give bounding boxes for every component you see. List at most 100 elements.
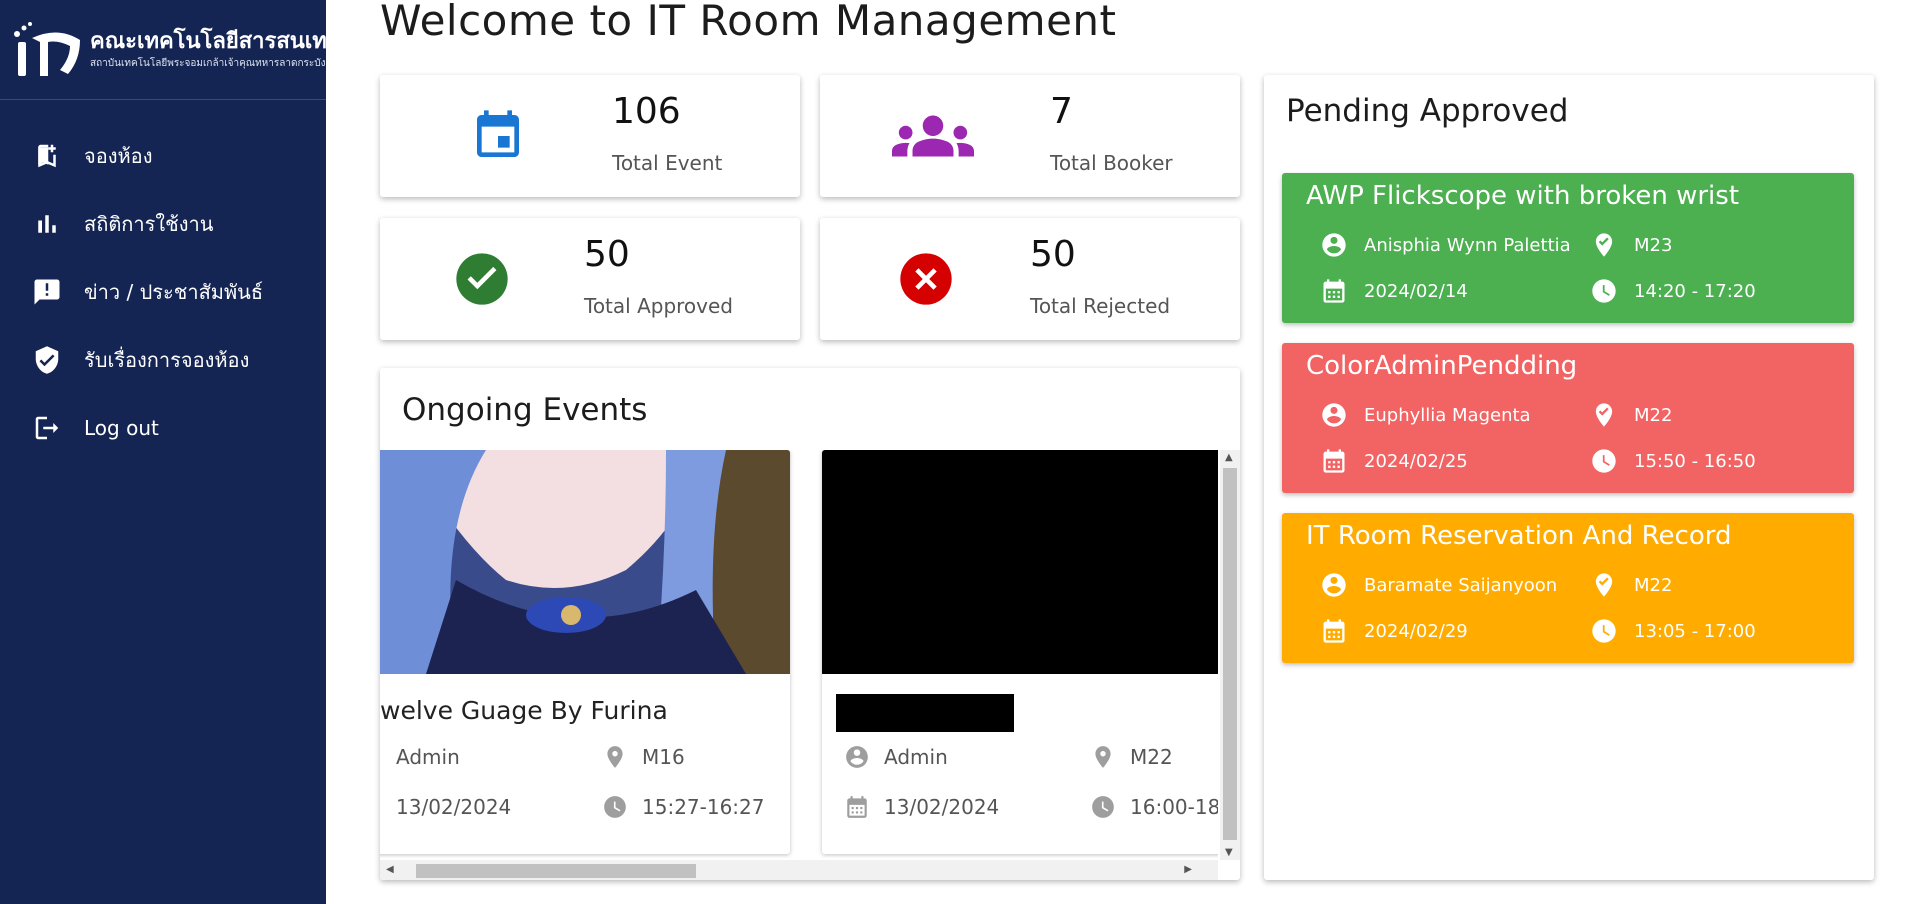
pending-room-text: M22 xyxy=(1634,404,1673,426)
pending-item[interactable]: AWP Flickscope with broken wrist Anisphi… xyxy=(1282,173,1854,323)
sidebar: คณะเทคโนโลยีสารสนเทศ สถาบันเทคโนโลยีพระจ… xyxy=(0,0,341,904)
sidebar-item-book-room[interactable]: จองห้อง xyxy=(0,122,326,190)
clock-icon xyxy=(1592,449,1616,473)
pending-booker: Baramate Saijanyoon xyxy=(1320,571,1557,599)
sidebar-item-label: ข่าว / ประชาสัมพันธ์ xyxy=(84,280,264,304)
it-logo xyxy=(8,20,84,80)
pending-booker-text: Anisphia Wynn Palettia xyxy=(1364,234,1571,256)
pending-item[interactable]: ColorAdminPendding Euphyllia Magenta M22… xyxy=(1282,343,1854,493)
sidebar-item-label: Log out xyxy=(84,416,159,440)
stat-value: 106 xyxy=(612,91,681,132)
event-card[interactable]: Admin M22 13/02/2024 16:00-18:0 xyxy=(822,450,1218,854)
vertical-scrollbar[interactable]: ▲ ▼ xyxy=(1220,450,1240,860)
bar-chart-icon xyxy=(38,215,56,233)
event-booker: Admin xyxy=(380,744,460,770)
main-content: Welcome to IT Room Management 106 Total … xyxy=(326,0,1920,904)
event-date-text: 13/02/2024 xyxy=(396,795,512,819)
account-circle-icon xyxy=(1322,573,1346,597)
stat-card-total-booker: 7 Total Booker xyxy=(820,75,1240,197)
sidebar-item-label: รับเรื่องการจองห้อง xyxy=(84,348,250,372)
horizontal-scroll-thumb[interactable] xyxy=(416,864,696,878)
event-time-text: 15:27-16:27 xyxy=(642,795,765,819)
stat-label: Total Booker xyxy=(1050,151,1173,175)
calendar-month-icon xyxy=(847,796,867,818)
location-pin-icon xyxy=(1095,746,1111,768)
pending-room: M22 xyxy=(1590,571,1672,599)
event-room: M16 xyxy=(602,744,685,770)
vertical-scroll-thumb[interactable] xyxy=(1223,468,1237,840)
sidebar-item-news[interactable]: ข่าว / ประชาสัมพันธ์ xyxy=(0,258,326,326)
event-name: welve Guage By Furina xyxy=(380,696,668,725)
bookmark-add-icon xyxy=(38,144,56,168)
stat-label: Total Event xyxy=(612,151,723,175)
sidebar-item-statistics[interactable]: สถิติการใช้งาน xyxy=(0,190,326,258)
group-icon xyxy=(892,115,974,157)
pending-room: M22 xyxy=(1590,401,1672,429)
pending-date-text: 2024/02/29 xyxy=(1364,620,1468,642)
account-circle-icon xyxy=(1322,403,1346,427)
ongoing-events-title: Ongoing Events xyxy=(402,392,648,428)
pending-room-text: M23 xyxy=(1634,234,1673,256)
event-time-text: 16:00-18:0 xyxy=(1130,795,1218,819)
sidebar-item-label: จองห้อง xyxy=(84,144,153,168)
event-booker-text: Admin xyxy=(884,745,948,769)
clock-icon xyxy=(1592,619,1616,643)
event-image xyxy=(380,450,790,674)
pending-date: 2024/02/25 xyxy=(1320,447,1468,475)
pending-item[interactable]: IT Room Reservation And Record Baramate … xyxy=(1282,513,1854,663)
event-name-redacted xyxy=(836,694,1014,732)
stat-value: 50 xyxy=(1030,234,1076,275)
sidebar-item-label: สถิติการใช้งาน xyxy=(84,212,214,236)
pending-booker-text: Euphyllia Magenta xyxy=(1364,404,1531,426)
location-check-icon xyxy=(1595,573,1613,597)
pending-room-text: M22 xyxy=(1634,574,1673,596)
pending-booker: Anisphia Wynn Palettia xyxy=(1320,231,1571,259)
calendar-month-icon xyxy=(1323,279,1345,303)
pending-approved-panel: Pending Approved AWP Flickscope with bro… xyxy=(1264,75,1874,880)
pending-time-text: 13:05 - 17:00 xyxy=(1634,620,1756,642)
event-image xyxy=(822,450,1218,674)
brand-subtitle: สถาบันเทคโนโลยีพระจอมเกล้าเจ้าคุณทหารลาด… xyxy=(90,57,326,69)
pending-date-text: 2024/02/14 xyxy=(1364,280,1468,302)
event-date: 13/02/2024 xyxy=(844,794,999,820)
scroll-right-arrow[interactable]: ▶ xyxy=(1184,864,1192,875)
sidebar-item-logout[interactable]: Log out xyxy=(0,394,326,462)
pending-date: 2024/02/29 xyxy=(1320,617,1468,645)
horizontal-scrollbar[interactable]: ◀ ▶ xyxy=(380,860,1218,880)
pending-time: 14:20 - 17:20 xyxy=(1590,277,1756,305)
check-circle-icon xyxy=(456,253,508,305)
sidebar-item-approve-booking[interactable]: รับเรื่องการจองห้อง xyxy=(0,326,326,394)
scroll-up-arrow[interactable]: ▲ xyxy=(1225,452,1233,463)
account-circle-icon xyxy=(1322,233,1346,257)
pending-time: 15:50 - 16:50 xyxy=(1590,447,1756,475)
stat-label: Total Approved xyxy=(584,294,733,318)
event-time: 15:27-16:27 xyxy=(602,794,765,820)
brand-name: คณะเทคโนโลยีสารสนเทศ xyxy=(90,29,341,55)
scroll-down-arrow[interactable]: ▼ xyxy=(1225,847,1233,858)
ongoing-events-panel: Ongoing Events welve Guage By Furina Adm… xyxy=(380,368,1240,880)
pending-approved-title: Pending Approved xyxy=(1286,93,1569,129)
scroll-left-arrow[interactable]: ◀ xyxy=(386,864,394,875)
pending-date: 2024/02/14 xyxy=(1320,277,1468,305)
pending-booker: Euphyllia Magenta xyxy=(1320,401,1531,429)
event-room: M22 xyxy=(1090,744,1173,770)
stat-card-total-event: 106 Total Event xyxy=(380,75,800,197)
calendar-month-icon xyxy=(1323,619,1345,643)
stat-card-total-approved: 50 Total Approved xyxy=(380,218,800,340)
stat-value: 50 xyxy=(584,234,630,275)
pending-booker-text: Baramate Saijanyoon xyxy=(1364,574,1558,596)
brand[interactable]: คณะเทคโนโลยีสารสนเทศ สถาบันเทคโนโลยีพระจ… xyxy=(0,0,341,100)
event-card[interactable]: welve Guage By Furina Admin M16 13/02/20… xyxy=(380,450,790,854)
clock-icon xyxy=(604,796,626,818)
event-time: 16:00-18:0 xyxy=(1090,794,1218,820)
stat-card-total-rejected: 50 Total Rejected xyxy=(820,218,1240,340)
events-scroll-area[interactable]: welve Guage By Furina Admin M16 13/02/20… xyxy=(380,450,1218,858)
account-circle-icon xyxy=(380,744,382,770)
clock-icon xyxy=(1592,279,1616,303)
pending-room: M23 xyxy=(1590,231,1672,259)
event-booker-text: Admin xyxy=(396,745,460,769)
sidebar-menu: จองห้อง สถิติการใช้งาน ข่าว / ประชาสัมพั… xyxy=(0,122,326,462)
calendar-month-icon xyxy=(1323,449,1345,473)
calendar-icon xyxy=(477,110,519,157)
pending-item-title: ColorAdminPendding xyxy=(1306,351,1578,381)
